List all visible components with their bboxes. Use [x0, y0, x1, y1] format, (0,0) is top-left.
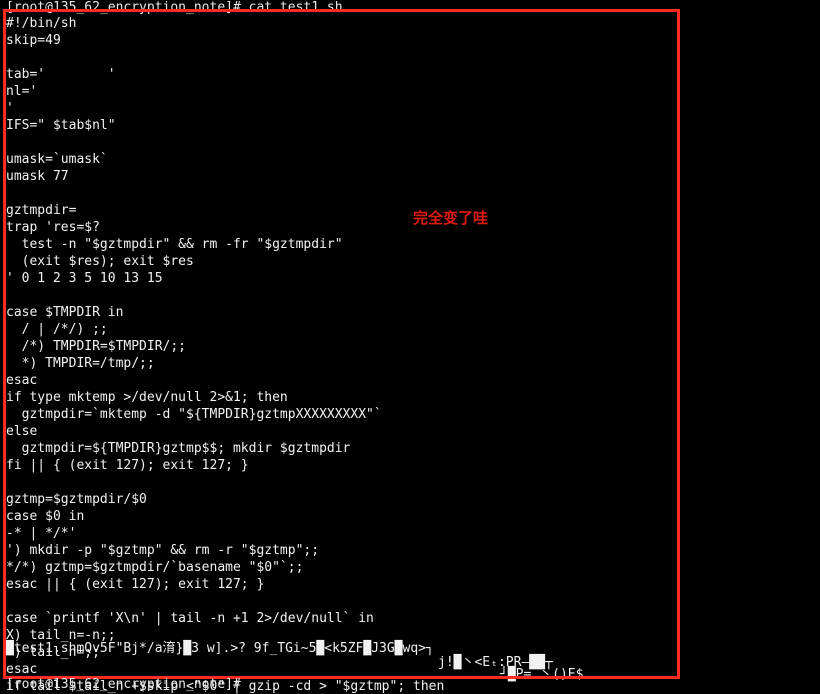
script-line: gztmpdir=`mktemp -d "${TMPDIR}gztmpXXXXX…: [6, 407, 382, 422]
annotation-label: 完全变了哇: [413, 209, 489, 227]
script-line: esac: [6, 373, 38, 388]
script-line: case $TMPDIR in: [6, 305, 124, 320]
script-line: umask 77: [6, 169, 69, 184]
script-line: tab=' ': [6, 67, 116, 82]
script-line: *) TMPDIR=/tmp/;;: [6, 356, 155, 371]
script-line: case $0 in: [6, 509, 85, 524]
script-line: ' 0 1 2 3 5 10 13 15: [6, 271, 163, 286]
script-line: test -n "$gztmpdir" && rm -fr "$gztmpdir…: [6, 237, 343, 252]
script-line: ') mkdir -p "$gztmp" && rm -r "$gztmp";;: [6, 543, 320, 558]
script-line: else: [6, 424, 38, 439]
binary-line: █test1.shmQv5F"Bj*/a淯}█3 w].>? 9f_TGi~5█…: [6, 641, 434, 656]
script-line: -* | */*': [6, 526, 77, 541]
script-line: */*) gztmp=$gztmpdir/`basename "$0"`;;: [6, 560, 304, 575]
script-line: / | /*/) ;;: [6, 322, 108, 337]
script-line: skip=49: [6, 33, 61, 48]
script-line: #!/bin/sh: [6, 16, 77, 31]
script-line: trap 'res=$?: [6, 220, 100, 235]
script-line: (exit $res); exit $res: [6, 254, 194, 269]
script-line: case `printf 'X\n' | tail -n +1 2>/dev/n…: [6, 611, 374, 626]
script-line: esac || { (exit 127); exit 127; }: [6, 577, 265, 592]
script-line: if type mktemp >/dev/null 2>&1; then: [6, 390, 288, 405]
terminal-window[interactable]: [root@135_62_encryption_note]# cat test1…: [0, 0, 820, 694]
terminal-prompt-top: [root@135_62_encryption_note]# cat test1…: [6, 0, 343, 15]
script-line: gztmpdir=${TMPDIR}gztmp$$; mkdir $gztmpd…: [6, 441, 351, 456]
script-line: ': [6, 101, 14, 116]
binary-line: ┘█P= 丶()E$: [500, 667, 584, 682]
script-line: /*) TMPDIR=$TMPDIR/;;: [6, 339, 187, 354]
script-line: nl=': [6, 84, 38, 99]
terminal-prompt-bottom: [root@135_62_encryption_note]#: [6, 677, 241, 692]
script-line: gztmpdir=: [6, 203, 77, 218]
script-line: IFS=" $tab$nl": [6, 118, 116, 133]
script-line: umask=`umask`: [6, 152, 108, 167]
script-line: gztmp=$gztmpdir/$0: [6, 492, 147, 507]
script-line: fi || { (exit 127); exit 127; }: [6, 458, 249, 473]
